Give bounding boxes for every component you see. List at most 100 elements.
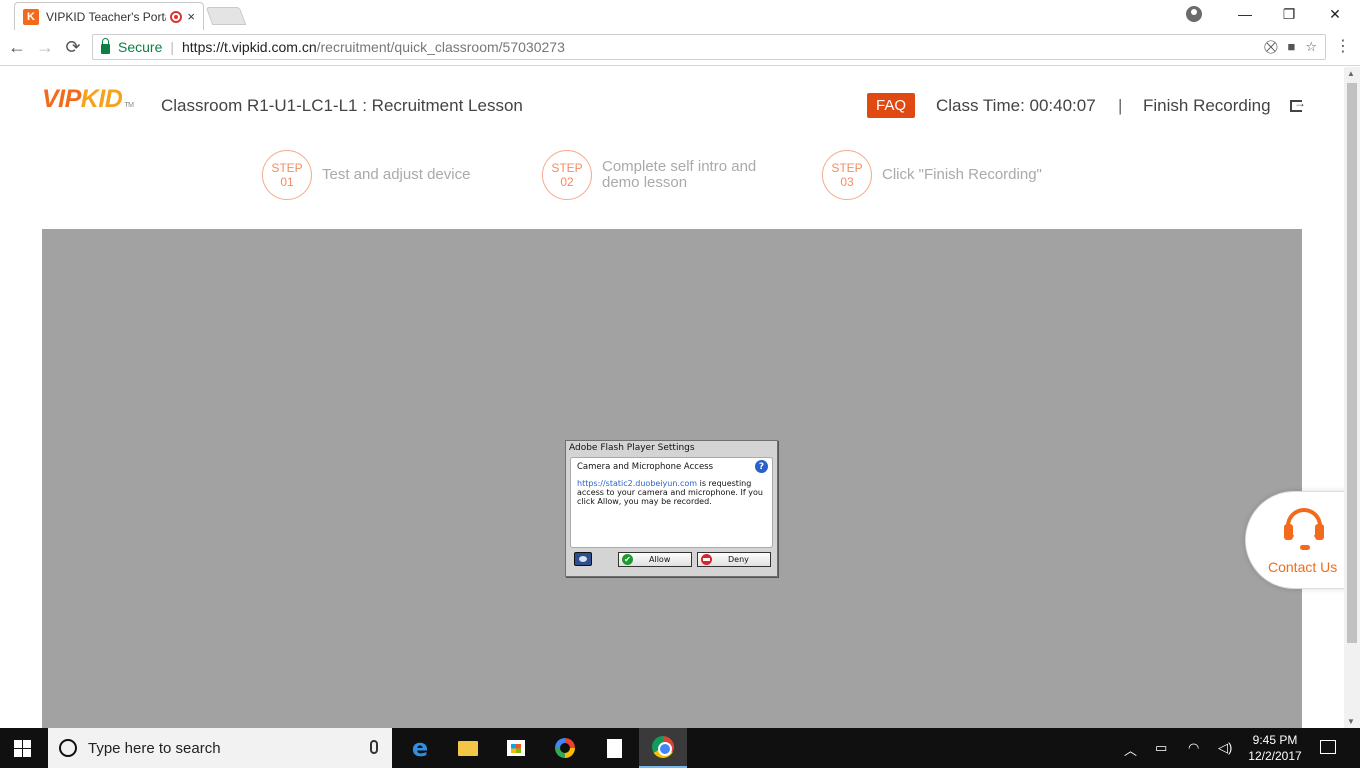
checkmark-icon: ✔ [622,554,633,565]
flash-dialog-message: https://static2.duobeiyun.com is request… [577,479,766,506]
header-divider: | [1118,96,1123,115]
clock-date: 12/2/2017 [1248,749,1302,763]
contact-us-button[interactable]: Contact Us [1245,491,1344,589]
address-bar[interactable]: Secure | https://t.vipkid.com.cn /recrui… [92,34,1326,60]
windows-start-icon[interactable] [14,740,31,757]
step-number: 01 [280,175,294,189]
scroll-thumb[interactable] [1347,83,1357,643]
file-explorer-app[interactable] [444,728,492,768]
tray-chevron-icon[interactable]: ︿ [1124,740,1137,759]
step-text: Click "Finish Recording" [882,166,1042,183]
camera-icon[interactable]: ■ [1287,39,1295,55]
flash-dialog-buttons: ✔ Allow Deny [570,551,775,571]
blocked-content-icon[interactable]: ⛒ [1264,39,1277,55]
browser-tabstrip: K VIPKID Teacher's Portal × — ❐ ✕ [0,0,1360,30]
new-tab-button[interactable] [205,7,247,25]
privacy-monitor-icon[interactable] [574,552,592,566]
tab-title: VIPKID Teacher's Portal [46,9,167,24]
step-1: STEP 01 Test and adjust device [262,150,492,200]
step-number: 02 [560,175,574,189]
folder-icon [458,740,478,756]
document-icon [606,738,622,758]
step-2: STEP 02 Complete self intro and demo les… [542,150,772,200]
vipkid-favicon-icon: K [23,8,39,25]
deny-label: Deny [728,555,749,564]
help-icon[interactable]: ? [755,460,768,473]
headset-icon [1282,508,1326,550]
battery-icon[interactable]: ▭ [1155,740,1167,756]
store-app[interactable] [492,728,540,768]
step-badge: STEP 02 [542,150,592,200]
lock-icon [101,37,110,54]
logo-vip: VIP [42,85,81,113]
deny-button[interactable]: Deny [697,552,771,567]
back-button[interactable]: ← [6,36,28,58]
flash-dialog-heading: Camera and Microphone Access [577,462,714,472]
minimize-button[interactable]: — [1222,0,1268,28]
step-word: STEP [271,161,303,175]
system-clock[interactable]: 9:45 PM 12/2/2017 [1246,732,1304,764]
edge-app[interactable]: e [396,728,444,768]
browser-tab[interactable]: K VIPKID Teacher's Portal × [14,2,204,30]
scroll-up-arrow-icon[interactable]: ▲ [1347,69,1355,78]
flash-dialog-panel: Camera and Microphone Access ? https://s… [570,457,773,548]
microphone-icon[interactable] [370,740,378,754]
volume-icon[interactable]: ◁) [1218,740,1232,756]
notepad-app[interactable] [590,728,638,768]
requesting-site-link: https://static2.duobeiyun.com [577,479,698,488]
step-word: STEP [551,161,583,175]
chrome-icon [652,736,674,758]
bookmark-star-icon[interactable]: ☆ [1305,39,1317,55]
omnibox-divider: | [170,39,174,55]
scroll-down-arrow-icon[interactable]: ▼ [1347,717,1355,726]
store-icon [507,740,525,756]
allow-label: Allow [649,555,671,564]
finish-recording-button[interactable]: Finish Recording [1143,96,1271,116]
edge-icon: e [411,734,429,762]
step-text: Test and adjust device [322,166,471,183]
chrome-app[interactable] [639,728,687,768]
faq-button[interactable]: FAQ [867,93,915,118]
logo-tm: TM [124,102,134,109]
allow-button[interactable]: ✔ Allow [618,552,692,567]
vipkid-logo[interactable]: VIP KID TM [42,85,134,114]
omnibox-actions: ⛒ ■ ☆ [1264,39,1317,55]
browser-toolbar: ← → ⟳ Secure | https://t.vipkid.com.cn /… [0,30,1360,66]
reload-button[interactable]: ⟳ [62,36,84,58]
step-3: STEP 03 Click "Finish Recording" [822,150,1052,200]
taskbar-search[interactable]: Type here to search [48,728,392,768]
search-placeholder: Type here to search [88,739,221,757]
classroom-stage: Adobe Flash Player Settings Camera and M… [42,229,1302,728]
recording-indicator-icon [170,10,183,23]
security-label: Secure [118,39,163,55]
no-entry-icon [701,554,712,565]
tab-close-button[interactable]: × [187,9,195,24]
profile-icon[interactable] [1186,6,1202,22]
google-app[interactable] [541,728,589,768]
wifi-icon[interactable]: ◠ [1188,740,1199,756]
action-center-icon[interactable] [1320,740,1336,754]
page-scrollbar[interactable]: ▲ ▼ [1344,67,1360,728]
page-content: VIP KID TM Classroom R1-U1-LC1-L1 : Recr… [0,67,1344,728]
cortana-icon [59,739,77,757]
windows-taskbar: Type here to search e ︿ ▭ ◠ ◁) 9:45 PM 1… [0,728,1360,768]
flash-dialog-title: Adobe Flash Player Settings [569,443,695,453]
step-word: STEP [831,161,863,175]
contact-us-label: Contact Us [1268,559,1338,575]
class-time: Class Time: 00:40:07 [936,96,1096,115]
logo-kid: KID [80,85,123,113]
step-badge: STEP 03 [822,150,872,200]
url-host: https://t.vipkid.com.cn [182,39,317,55]
forward-button[interactable]: → [34,36,56,58]
step-number: 03 [840,175,854,189]
url-path: /recruitment/quick_classroom/57030273 [316,39,565,55]
step-text: Complete self intro and demo lesson [602,158,757,191]
classroom-title: Classroom R1-U1-LC1-L1 : Recruitment Les… [161,96,523,115]
exit-icon[interactable] [1290,96,1306,112]
restore-button[interactable]: ❐ [1266,0,1312,28]
google-icon [555,738,575,758]
close-window-button[interactable]: ✕ [1312,0,1358,28]
browser-menu-icon[interactable]: ⋮ [1335,36,1351,56]
step-badge: STEP 01 [262,150,312,200]
flash-settings-dialog: Adobe Flash Player Settings Camera and M… [565,440,778,577]
